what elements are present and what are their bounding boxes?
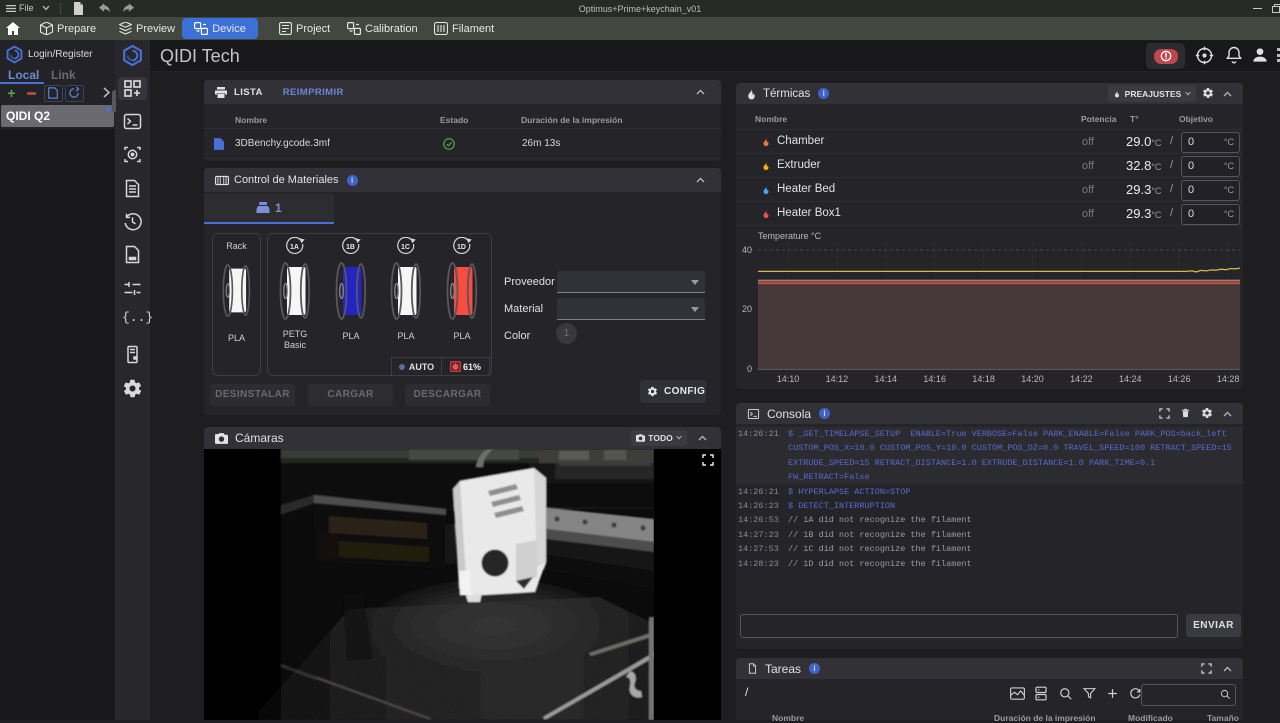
- svg-text:1C: 1C: [401, 244, 410, 251]
- svg-text:1A: 1A: [290, 244, 299, 251]
- svg-text:14:18: 14:18: [972, 374, 995, 384]
- svg-text:14:22: 14:22: [1070, 374, 1093, 384]
- svg-text:Temperature °C: Temperature °C: [758, 231, 822, 241]
- svg-text:14:28: 14:28: [1217, 374, 1240, 384]
- svg-text:14:26: 14:26: [1168, 374, 1191, 384]
- svg-text:14:20: 14:20: [1021, 374, 1044, 384]
- svg-text:14:24: 14:24: [1119, 374, 1142, 384]
- svg-text:14:16: 14:16: [923, 374, 946, 384]
- svg-text:14:10: 14:10: [777, 374, 800, 384]
- svg-text:0: 0: [747, 364, 752, 374]
- svg-text:1D: 1D: [457, 244, 466, 251]
- svg-text:1B: 1B: [346, 244, 355, 251]
- svg-text:20: 20: [742, 304, 752, 314]
- svg-text:14:14: 14:14: [875, 374, 898, 384]
- svg-text:14:12: 14:12: [826, 374, 849, 384]
- svg-text:40: 40: [742, 245, 752, 255]
